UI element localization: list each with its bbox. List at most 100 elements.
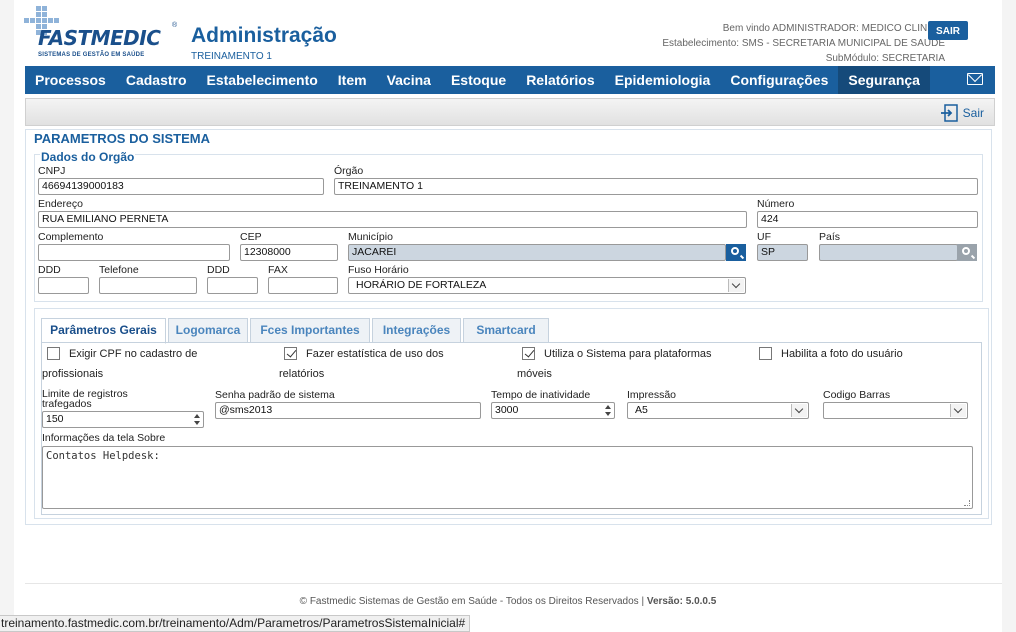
footer-copyright: © Fastmedic Sistemas de Gestão em Saúde …	[299, 596, 647, 607]
welcome-text: Bem vindo ADMINISTRADOR: MEDICO CLINICO	[722, 23, 945, 34]
idle-label: Tempo de inatividade	[491, 389, 591, 401]
resize-grip-icon[interactable]	[964, 500, 970, 506]
fuso-select[interactable]: HORÁRIO DE FORTALEZA	[348, 277, 746, 294]
orgao-input[interactable]: TREINAMENTO 1	[334, 178, 978, 195]
tab-parametros-gerais[interactable]: Parâmetros Gerais	[41, 318, 166, 344]
cep-input[interactable]: 12308000	[240, 244, 338, 261]
logo-tagline: SISTEMAS DE GESTÃO EM SAÚDE	[38, 52, 145, 58]
numero-input[interactable]: 424	[757, 211, 978, 228]
right-margin	[1002, 0, 1016, 632]
fax-label: FAX	[268, 264, 288, 276]
footer-version: Versão: 5.0.0.5	[646, 596, 717, 607]
stats-checkbox[interactable]	[284, 347, 297, 360]
nav-item-item[interactable]: Item	[328, 66, 377, 94]
page-title: PARAMETROS DO SISTEMA	[34, 131, 210, 146]
chevron-down-icon	[791, 404, 807, 417]
municipio-input[interactable]: JACAREI	[348, 244, 726, 261]
tab-panel-parametros-gerais: Exigir CPF no cadastro de profissionais …	[41, 342, 982, 515]
fuso-label: Fuso Horário	[348, 264, 409, 276]
photo-label: Habilita a foto do usuário	[781, 348, 903, 360]
nav-item-cadastro[interactable]: Cadastro	[116, 66, 197, 94]
nav-item-configuracoes[interactable]: Configurações	[720, 66, 838, 94]
tab-fces-importantes[interactable]: Fces Importantes	[250, 318, 370, 343]
cep-label: CEP	[240, 231, 262, 243]
stats-label-line1: Fazer estatística de uso dos	[306, 348, 444, 360]
pais-input[interactable]	[819, 244, 958, 261]
limit-input[interactable]: 150	[42, 411, 204, 428]
nav-item-epidemiologia[interactable]: Epidemiologia	[605, 66, 721, 94]
print-label: Impressão	[627, 389, 677, 401]
print-value: A5	[635, 404, 648, 416]
registered-mark: ®	[172, 22, 178, 29]
print-select[interactable]: A5	[627, 402, 809, 419]
tab-logomarca[interactable]: Logomarca	[168, 318, 248, 343]
nav-item-relatorios[interactable]: Relatórios	[516, 66, 604, 94]
mail-icon[interactable]	[967, 73, 983, 85]
nav-item-vacina[interactable]: Vacina	[377, 66, 441, 94]
barcode-select[interactable]	[823, 402, 968, 419]
uf-label: UF	[757, 231, 771, 243]
ddd-fax-label: DDD	[207, 264, 230, 276]
nav-item-seguranca[interactable]: Segurança	[838, 66, 930, 94]
nav-item-estabelecimento[interactable]: Estabelecimento	[197, 66, 328, 94]
page: FASTMEDIC ® SISTEMAS DE GESTÃO EM SAÚDE …	[14, 0, 1002, 632]
toolbar: Sair	[25, 98, 995, 126]
main-panel: PARAMETROS DO SISTEMA CNPJ 4669413900018…	[25, 129, 992, 525]
uf-input[interactable]: SP	[757, 244, 808, 261]
main-nav: Processos Cadastro Estabelecimento Item …	[25, 66, 995, 94]
idle-input[interactable]: 3000	[491, 402, 615, 419]
exit-button[interactable]: Sair	[940, 104, 984, 122]
exit-icon	[940, 104, 958, 122]
footer-divider	[25, 583, 1002, 584]
spinner-icon[interactable]	[193, 413, 202, 426]
cnpj-label: CNPJ	[38, 165, 66, 177]
cnpj-input[interactable]: 46694139000183	[38, 178, 324, 195]
cpf-label-line2: profissionais	[42, 368, 104, 380]
logo-wordmark: FASTMEDIC	[38, 26, 161, 50]
ddd-fax-input[interactable]	[207, 277, 258, 294]
about-textarea[interactable]: Contatos Helpdesk:	[42, 446, 973, 509]
tab-integracoes[interactable]: Integrações	[372, 318, 461, 343]
orgao-label: Órgão	[334, 165, 364, 177]
limit-value: 150	[46, 413, 64, 425]
submodule-text: SubMódulo: SECRETARIA	[825, 53, 945, 64]
about-label: Informações da tela Sobre	[42, 432, 166, 444]
chevron-down-icon	[728, 279, 744, 292]
nav-item-processos[interactable]: Processos	[25, 66, 116, 94]
about-value: Contatos Helpdesk:	[46, 450, 160, 462]
status-bar-url: treinamento.fastmedic.com.br/treinamento…	[0, 615, 471, 632]
exit-label: Sair	[962, 106, 984, 120]
fastmedic-logo[interactable]: FASTMEDIC ® SISTEMAS DE GESTÃO EM SAÚDE	[24, 4, 178, 62]
tabs-container: Parâmetros Gerais Logomarca Fces Importa…	[34, 308, 989, 519]
password-input[interactable]: @sms2013	[215, 402, 481, 419]
app-title: Administração	[191, 24, 337, 47]
search-icon	[731, 247, 739, 255]
app-subtitle: TREINAMENTO 1	[191, 51, 272, 62]
password-label: Senha padrão de sistema	[215, 389, 335, 401]
complemento-input[interactable]	[38, 244, 230, 261]
telefone-label: Telefone	[99, 264, 139, 276]
fax-input[interactable]	[268, 277, 338, 294]
photo-checkbox[interactable]	[759, 347, 772, 360]
stats-label-line2: relatórios	[279, 368, 325, 380]
mobile-label-line2: móveis	[517, 368, 552, 380]
nav-item-estoque[interactable]: Estoque	[441, 66, 516, 94]
mobile-checkbox[interactable]	[522, 347, 535, 360]
org-fieldset: CNPJ 46694139000183 Órgão TREINAMENTO 1 …	[34, 154, 983, 302]
pais-label: País	[819, 231, 841, 243]
ddd-input[interactable]	[38, 277, 89, 294]
tab-smartcard[interactable]: Smartcard	[463, 318, 549, 343]
cpf-checkbox[interactable]	[47, 347, 60, 360]
endereco-label: Endereço	[38, 198, 83, 210]
cpf-label-line1: Exigir CPF no cadastro de	[69, 348, 198, 360]
search-icon	[962, 247, 970, 255]
logout-button[interactable]: SAIR	[928, 21, 968, 40]
pais-search-button[interactable]	[957, 244, 977, 261]
endereco-input[interactable]: RUA EMILIANO PERNETA	[38, 211, 747, 228]
user-info: Bem vindo ADMINISTRADOR: MEDICO CLINICO …	[662, 21, 945, 66]
municipio-search-button[interactable]	[726, 244, 746, 261]
spinner-icon[interactable]	[604, 404, 613, 417]
idle-value: 3000	[495, 404, 519, 416]
telefone-input[interactable]	[99, 277, 197, 294]
left-margin	[0, 0, 14, 632]
